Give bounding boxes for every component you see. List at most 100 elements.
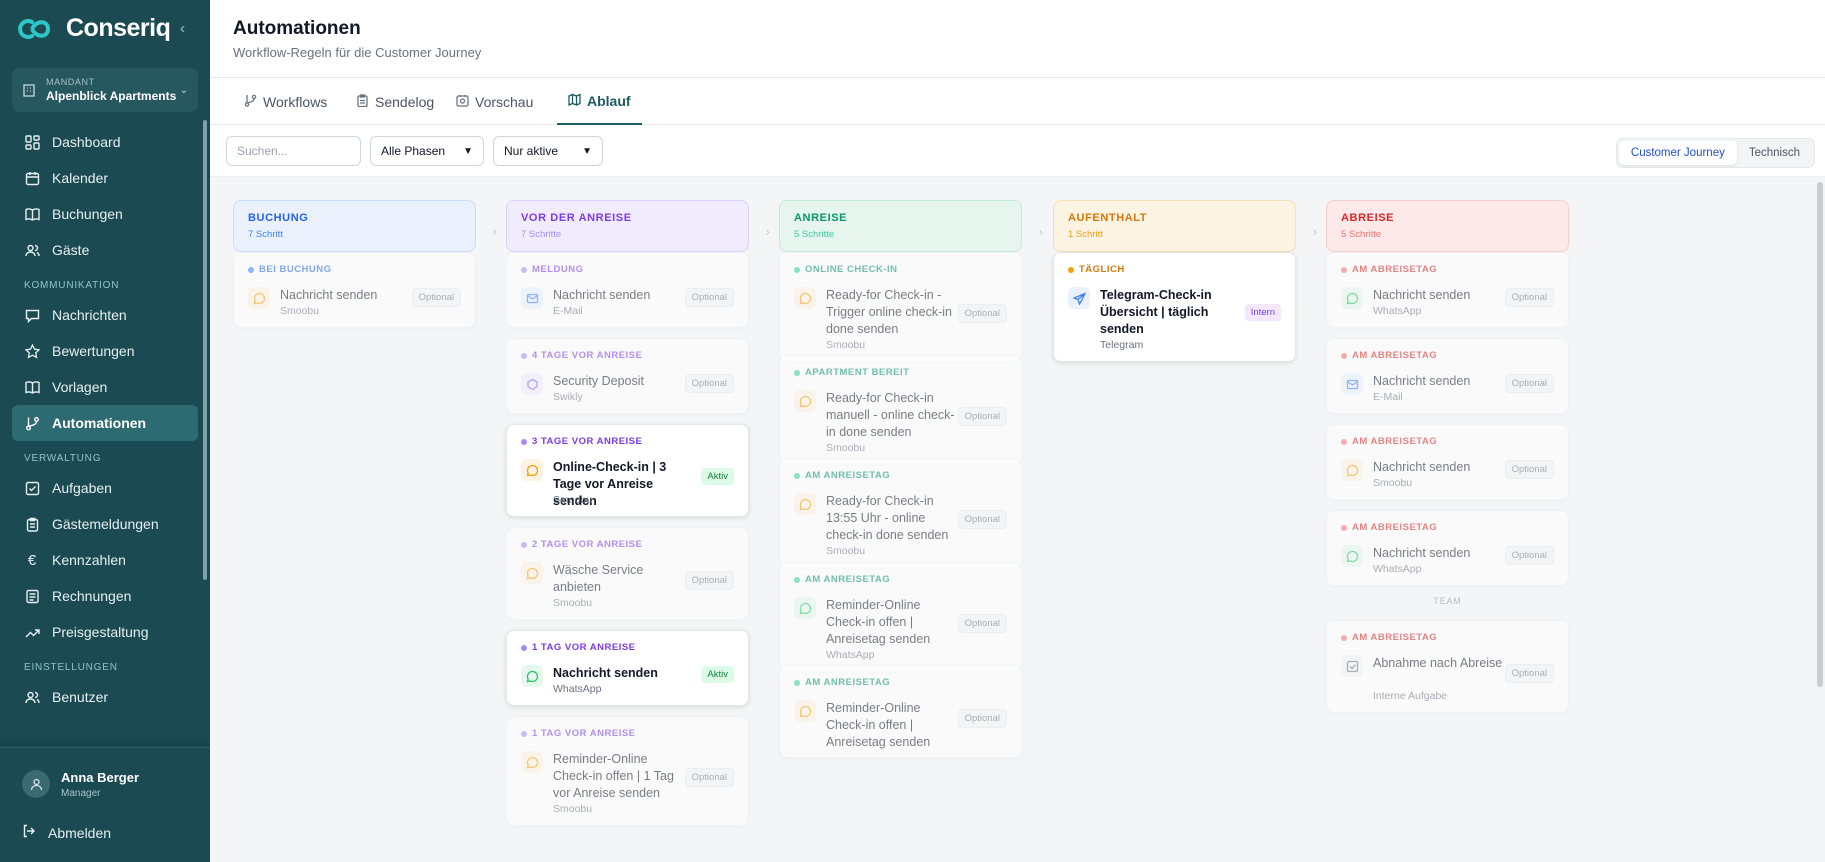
workflow-card[interactable]: 4 TAGE VOR ANREISE Security Deposit Swik…	[506, 338, 749, 414]
nav-vorlagen[interactable]: Vorlagen	[12, 369, 198, 405]
column-step-count: 5 Schritte	[1341, 229, 1382, 240]
workflow-card[interactable]: AM ANREISETAG Reminder-Online Check-in o…	[779, 562, 1022, 672]
status-badge: Optional	[1504, 374, 1554, 393]
column-title: BUCHUNG	[248, 212, 309, 224]
workflow-card[interactable]: AM ANREISETAG Ready-for Check-in 13:55 U…	[779, 458, 1022, 568]
chevron-down-icon: ▼	[582, 145, 592, 157]
tab-workflows[interactable]: Workflows	[244, 78, 327, 125]
card-channel: Smoobu	[553, 597, 593, 609]
trigger-dot	[248, 266, 254, 273]
workflow-card[interactable]: TÄGLICH Telegram-Check-in Übersicht | tä…	[1053, 252, 1296, 362]
card-trigger: 2 TAGE VOR ANREISE	[521, 539, 642, 550]
card-channel: Smoobu	[826, 545, 866, 557]
card-title: Nachricht senden	[553, 288, 651, 302]
workflow-card[interactable]: 1 TAG VOR ANREISE Reminder-Online Check-…	[506, 716, 749, 826]
workflow-card[interactable]: 2 TAGE VOR ANREISE Wäsche Service anbiet…	[506, 527, 749, 620]
euro-icon: €	[27, 551, 37, 569]
nav-automationen[interactable]: Automationen	[12, 405, 198, 441]
nav-rechnungen[interactable]: Rechnungen	[12, 578, 198, 614]
nav-label: Dashboard	[52, 134, 121, 150]
card-trigger: AM ANREISETAG	[794, 677, 890, 688]
workflow-card[interactable]: AM ABREISETAG Nachricht senden WhatsApp …	[1326, 252, 1569, 328]
card-title: Reminder-Online Check-in offen | Anreise…	[826, 598, 931, 646]
journey-board: BUCHUNG 7 Schritt › BEI BUCHUNG Nachrich…	[210, 177, 1825, 862]
status-select[interactable]: Nur aktive ▼	[493, 136, 603, 166]
card-title: Ready-for Check-in - Trigger online chec…	[826, 288, 952, 336]
chevron-right-icon: ›	[1312, 224, 1317, 239]
user-panel: Anna Berger Manager Abmelden	[0, 747, 210, 862]
workflow-card[interactable]: AM ABREISETAG Nachricht senden WhatsApp …	[1326, 510, 1569, 586]
nav-buchungen[interactable]: Buchungen	[12, 196, 198, 232]
column-header[interactable]: VOR DER ANREISE 7 Schritte	[506, 200, 749, 252]
nav-label: Kalender	[52, 170, 109, 186]
tab-ablauf[interactable]: Ablauf	[557, 78, 642, 125]
tenant-switcher[interactable]: MANDANT Alpenblick Apartments ⌄	[12, 68, 198, 112]
column-header[interactable]: ANREISE 5 Schritte	[779, 200, 1022, 252]
workflow-card[interactable]: 1 TAG VOR ANREISE Nachricht senden Whats…	[506, 630, 749, 706]
workflow-card[interactable]: ONLINE CHECK-IN Ready-for Check-in - Tri…	[779, 252, 1022, 362]
column-title: AUFENTHALT	[1068, 212, 1148, 224]
sidebar-scrollbar[interactable]	[203, 120, 207, 580]
nav-preisgestaltung[interactable]: Preisgestaltung	[12, 614, 198, 650]
journey-column-3: ANREISE 5 Schritte › ONLINE CHECK-IN Rea…	[779, 200, 1043, 758]
nav-kennzahlen[interactable]: € Kennzahlen	[12, 542, 198, 578]
journey-column-1: BUCHUNG 7 Schritt › BEI BUCHUNG Nachrich…	[233, 200, 497, 328]
nav-aufgaben[interactable]: Aufgaben	[12, 470, 198, 506]
mail-icon	[1341, 373, 1363, 395]
nav-benutzer[interactable]: Benutzer	[12, 679, 198, 715]
nav-dashboard[interactable]: Dashboard	[12, 124, 198, 160]
board-scrollbar[interactable]	[1817, 182, 1823, 687]
tab-sendelog[interactable]: Sendelog	[356, 78, 434, 125]
status-badge: Optional	[1504, 288, 1554, 307]
avatar[interactable]	[22, 770, 50, 798]
chat-icon	[521, 751, 543, 773]
card-channel: WhatsApp	[1373, 563, 1422, 575]
workflow-card[interactable]: AM ABREISETAG Nachricht senden Smoobu Op…	[1326, 424, 1569, 500]
workflow-card[interactable]: MELDUNG Nachricht senden E-Mail Optional	[506, 252, 749, 328]
card-title: Nachricht senden	[553, 666, 658, 680]
chevron-right-icon: ›	[492, 224, 497, 239]
search-input[interactable]	[226, 136, 361, 166]
logout-button[interactable]: Abmelden	[22, 824, 111, 841]
card-title: Nachricht senden	[1373, 546, 1471, 560]
trigger-label: 1 TAG VOR ANREISE	[532, 642, 636, 653]
card-channel: WhatsApp	[826, 649, 875, 661]
nav-nachrichten[interactable]: Nachrichten	[12, 297, 198, 333]
column-header[interactable]: BUCHUNG 7 Schritt	[233, 200, 476, 252]
card-trigger: 4 TAGE VOR ANREISE	[521, 350, 642, 361]
app-logo[interactable]: Conseriq	[18, 14, 171, 43]
trigger-dot	[794, 679, 800, 686]
card-channel: Smoobu	[553, 803, 593, 815]
mail-icon	[521, 287, 543, 309]
view-journey-button[interactable]: Customer Journey	[1618, 141, 1737, 165]
trigger-dot	[521, 644, 527, 651]
workflow-card[interactable]: AM ABREISETAG Nachricht senden E-Mail Op…	[1326, 338, 1569, 414]
card-trigger: AM ABREISETAG	[1341, 522, 1437, 533]
phase-select[interactable]: Alle Phasen ▼	[370, 136, 484, 166]
column-header[interactable]: AUFENTHALT 1 Schritt	[1053, 200, 1296, 252]
nav-label: Gäste	[52, 242, 90, 258]
chat-icon	[1341, 459, 1363, 481]
workflow-card[interactable]: BEI BUCHUNG Nachricht senden Smoobu Opti…	[233, 252, 476, 328]
collapse-sidebar-icon[interactable]: ‹	[180, 20, 185, 37]
trigger-dot	[1341, 524, 1347, 531]
view-technical-button[interactable]: Technisch	[1737, 141, 1812, 165]
workflow-card[interactable]: APARTMENT BEREIT Ready-for Check-in manu…	[779, 355, 1022, 465]
tab-bar: Workflows Sendelog Vorschau Ablauf	[210, 78, 1825, 125]
preview-icon	[456, 94, 469, 110]
workflow-card[interactable]: 3 TAGE VOR ANREISE Online-Check-in | 3 T…	[506, 424, 749, 517]
column-header[interactable]: ABREISE 5 Schritte	[1326, 200, 1569, 252]
workflow-card[interactable]: AM ABREISETAG Abnahme nach Abreise Inter…	[1326, 620, 1569, 713]
column-step-count: 7 Schritt	[248, 229, 283, 240]
tab-vorschau[interactable]: Vorschau	[456, 78, 533, 125]
nav-gaestemeldungen[interactable]: Gästemeldungen	[12, 506, 198, 542]
trigger-label: AM ANREISETAG	[805, 470, 891, 481]
card-trigger: 3 TAGE VOR ANREISE	[521, 436, 642, 447]
card-title: Wäsche Service anbieten	[553, 563, 644, 594]
status-badge: Intern	[1244, 304, 1281, 321]
nav-gaeste[interactable]: Gäste	[12, 232, 198, 268]
workflow-card[interactable]: AM ANREISETAG Reminder-Online Check-in o…	[779, 665, 1022, 758]
nav-bewertungen[interactable]: Bewertungen	[12, 333, 198, 369]
nav-kalender[interactable]: Kalender	[12, 160, 198, 196]
card-channel: E-Mail	[553, 305, 583, 317]
